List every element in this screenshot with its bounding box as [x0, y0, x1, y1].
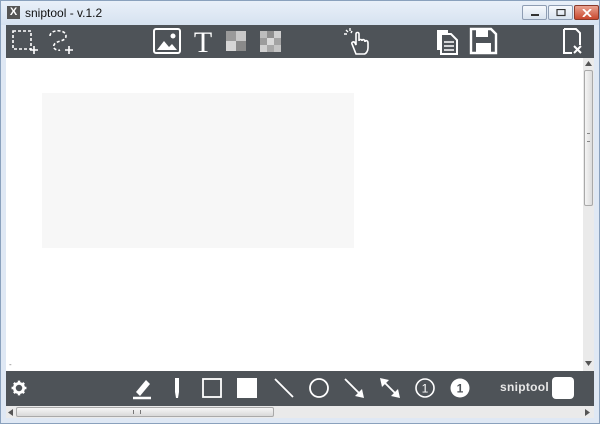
rect-select-icon	[12, 30, 38, 54]
horizontal-scroll-thumb[interactable]	[16, 407, 274, 417]
scroll-down-icon[interactable]	[585, 361, 592, 366]
save-icon	[469, 27, 498, 55]
text-tool-button[interactable]: T	[186, 26, 220, 59]
svg-text:T: T	[194, 26, 212, 56]
close-button[interactable]	[574, 5, 599, 20]
number-outline-icon: 1	[415, 378, 435, 398]
vertical-scroll-thumb[interactable]	[584, 70, 593, 206]
marker-icon	[175, 378, 179, 398]
scroll-right-icon[interactable]	[585, 409, 590, 416]
arrow-button[interactable]	[340, 374, 368, 402]
number-filled-icon: 1	[450, 378, 470, 398]
insert-image-button[interactable]	[150, 26, 184, 56]
minimize-button[interactable]	[522, 5, 547, 20]
settings-icon	[11, 380, 27, 396]
copy-button[interactable]	[430, 26, 464, 56]
horizontal-scrollbar[interactable]	[6, 406, 594, 418]
line-icon	[274, 378, 294, 398]
highlighter-icon	[133, 380, 151, 400]
double-arrow-button[interactable]	[376, 374, 404, 402]
drawing-canvas[interactable]: -	[6, 58, 583, 371]
number-outline-button[interactable]: 1	[411, 374, 439, 402]
color-picker-button[interactable]	[552, 377, 574, 399]
ellipse-icon	[309, 378, 329, 398]
captured-region[interactable]	[42, 93, 354, 248]
save-button[interactable]	[466, 26, 500, 56]
close-file-icon	[563, 28, 582, 54]
bottom-toolbar: 1 1 sniptool	[6, 371, 594, 406]
close-icon	[582, 9, 592, 17]
line-button[interactable]	[270, 374, 298, 402]
settings-button[interactable]	[6, 374, 32, 402]
title-bar[interactable]: X sniptool - v.1.2	[1, 1, 599, 25]
rect-select-button[interactable]	[8, 26, 42, 56]
image-icon	[153, 28, 181, 54]
double-arrow-icon	[380, 378, 400, 398]
maximize-button[interactable]	[548, 5, 573, 20]
blur-icon	[260, 31, 281, 52]
ellipse-button[interactable]	[305, 374, 333, 402]
rectangle-filled-icon	[237, 378, 257, 398]
marker-button[interactable]	[163, 374, 191, 402]
minimize-icon	[531, 14, 539, 16]
color-swatch-icon	[552, 377, 574, 399]
pixelate-button[interactable]	[220, 26, 254, 56]
top-toolbar: T	[6, 25, 594, 59]
brand-logo-text: sniptool	[500, 380, 550, 394]
freeform-select-button[interactable]	[42, 26, 76, 56]
rectangle-outline-button[interactable]	[198, 374, 226, 402]
app-icon: X	[7, 6, 20, 19]
maximize-icon	[556, 9, 566, 17]
pointer-hand-icon	[344, 28, 369, 55]
scroll-grip-icon	[133, 410, 141, 414]
svg-text:1: 1	[457, 382, 464, 396]
app-window: X sniptool - v.1.2 T - 1 1 sniptool	[0, 0, 600, 424]
scroll-up-icon[interactable]	[585, 61, 592, 66]
arrow-icon	[344, 378, 364, 398]
number-filled-button[interactable]: 1	[446, 374, 474, 402]
scroll-left-icon[interactable]	[8, 409, 13, 416]
close-file-button[interactable]	[554, 26, 588, 56]
rectangle-filled-button[interactable]	[233, 374, 261, 402]
window-title: sniptool - v.1.2	[25, 6, 103, 20]
copy-icon	[437, 30, 458, 55]
pointer-tool-button[interactable]	[342, 26, 376, 56]
rectangle-outline-icon	[202, 378, 222, 398]
canvas-marker: -	[9, 360, 12, 369]
text-icon: T	[194, 26, 212, 59]
blur-button[interactable]	[254, 26, 288, 56]
freeform-select-icon	[49, 29, 73, 54]
svg-text:1: 1	[422, 382, 429, 396]
highlighter-button[interactable]	[128, 374, 156, 402]
vertical-scrollbar[interactable]	[583, 58, 594, 371]
pixelate-icon	[226, 31, 246, 51]
